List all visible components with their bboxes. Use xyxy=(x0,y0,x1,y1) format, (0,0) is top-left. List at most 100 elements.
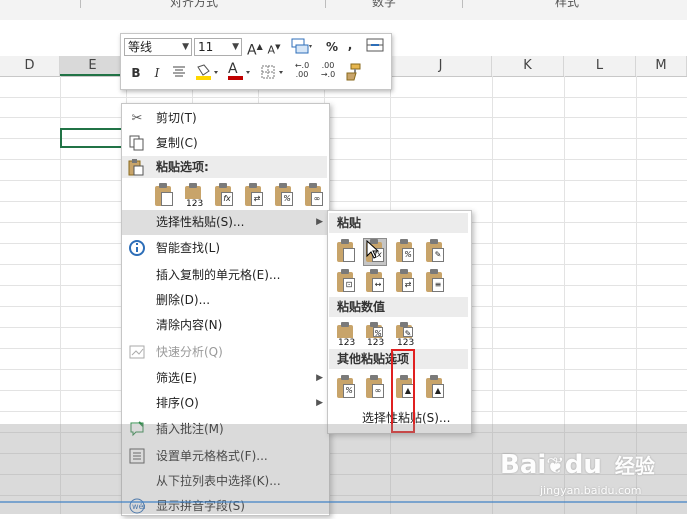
grid-line xyxy=(0,159,687,160)
fill-color-button[interactable] xyxy=(193,63,221,81)
submenu-values-source-format[interactable]: ✎ 123 xyxy=(394,322,416,348)
submenu-transpose[interactable]: ⇄ xyxy=(394,269,416,295)
submenu-paste-link[interactable]: ∞ xyxy=(364,375,386,401)
submenu-formatting[interactable]: % xyxy=(335,375,357,401)
font-size-combo[interactable]: 11 ▼ xyxy=(194,38,242,56)
menu-item-label: 显示拼音字段(S) xyxy=(156,499,245,513)
formula-label: fx xyxy=(221,192,233,206)
menu-item-pick-list[interactable]: 从下拉列表中选择(K)... xyxy=(122,469,329,494)
grid-line xyxy=(0,201,687,202)
link-icon: ∞ xyxy=(311,192,323,206)
column-header-l[interactable]: L xyxy=(564,56,636,76)
menu-item-copy[interactable]: 复制(C) xyxy=(122,131,329,156)
paste-option-values[interactable]: 123 xyxy=(183,183,205,209)
shrink-font-button[interactable]: A▼ xyxy=(267,38,281,57)
grid-line xyxy=(0,97,687,98)
decrease-decimal-button[interactable]: .00 →.0 xyxy=(317,61,339,79)
borders-icon xyxy=(261,65,283,79)
submenu-values-number-format[interactable]: % 123 xyxy=(364,322,386,348)
chevron-right-icon: ▶ xyxy=(316,217,323,227)
grow-font-button[interactable]: A▲ xyxy=(247,38,263,59)
menu-item-label: 剪切(T) xyxy=(156,111,197,125)
submenu-paste[interactable] xyxy=(335,239,357,265)
watermark-brand: Bai xyxy=(500,450,547,480)
column-header-k[interactable]: K xyxy=(492,56,564,76)
formatting-label: % xyxy=(343,384,355,398)
paw-icon: ❦ xyxy=(546,454,565,479)
menu-item-filter[interactable]: 筛选(E) ▶ xyxy=(122,366,329,391)
paste-option-formatting[interactable]: % xyxy=(273,183,295,209)
menu-item-label: 插入批注(M) xyxy=(156,422,224,436)
grid-line xyxy=(0,180,687,181)
submenu-header-paste: 粘贴 xyxy=(329,213,468,233)
increase-decimal-button[interactable]: ←.0 .00 xyxy=(291,61,313,79)
column-header-d[interactable]: D xyxy=(0,56,60,76)
ribbon-group-number: 数字 xyxy=(372,0,397,9)
align-center-icon xyxy=(173,66,185,77)
format-style-button[interactable] xyxy=(289,37,315,55)
comma-button[interactable]: , xyxy=(345,36,355,54)
formula-format-label: % xyxy=(402,248,414,262)
menu-item-label: 快速分析(Q) xyxy=(156,345,223,359)
submenu-keep-source-format[interactable]: ✎ xyxy=(424,239,446,265)
bold-button[interactable]: B xyxy=(129,64,143,82)
submenu-header-paste-values: 粘贴数值 xyxy=(329,297,468,317)
paste-options-header: 粘贴选项: xyxy=(122,156,327,178)
menu-item-smart-lookup[interactable]: 智能查找(L) xyxy=(122,236,329,261)
selection-line xyxy=(0,501,687,503)
format-painter-icon xyxy=(346,63,361,81)
menu-item-label: 筛选(E) xyxy=(156,371,197,385)
grid-line xyxy=(564,76,565,514)
menu-item-sort[interactable]: 排序(O) ▶ xyxy=(122,391,329,416)
paste-option-transpose[interactable]: ⇄ xyxy=(243,183,265,209)
values-label: 123 xyxy=(396,338,416,348)
column-header-j[interactable]: J xyxy=(390,56,492,76)
borders-button[interactable] xyxy=(259,63,287,81)
menu-item-clear[interactable]: 清除内容(N) xyxy=(122,313,329,338)
pct-label: % xyxy=(373,327,383,338)
watermark-logo: Bai❦du 经验 xyxy=(500,450,655,480)
col-width-icon: ↔ xyxy=(372,278,384,292)
menu-item-paste-special[interactable]: 选择性粘贴(S)... ▶ xyxy=(122,210,329,235)
submenu-no-borders[interactable]: ⊡ xyxy=(335,269,357,295)
menu-item-cut[interactable]: ✂ 剪切(T) xyxy=(122,106,329,131)
column-header-m[interactable]: M xyxy=(636,56,687,76)
format-painter-button[interactable] xyxy=(343,63,363,81)
paste-option-formulas[interactable]: fx xyxy=(213,183,235,209)
watermark-brand2: du xyxy=(564,450,602,480)
menu-item-insert-comment[interactable]: 插入批注(M) xyxy=(122,417,329,442)
active-cell[interactable] xyxy=(60,128,126,148)
highlight-box xyxy=(391,349,415,433)
submenu-linked-picture[interactable]: ▲ xyxy=(424,375,446,401)
menu-item-label: 从下拉列表中选择(K)... xyxy=(156,474,281,488)
font-color-button[interactable]: A xyxy=(225,61,253,81)
menu-item-delete[interactable]: 删除(D)... xyxy=(122,288,329,313)
paste-option-link[interactable]: ∞ xyxy=(303,183,325,209)
menu-item-format-cells[interactable]: 设置单元格格式(F)... xyxy=(122,444,329,469)
percent-button[interactable]: % xyxy=(325,38,339,56)
menu-item-phonetic[interactable]: wén 显示拼音字段(S) xyxy=(122,494,329,519)
column-header-e[interactable]: E xyxy=(60,56,126,76)
menu-item-insert-copied[interactable]: 插入复制的单元格(E)... xyxy=(122,263,329,288)
align-center-button[interactable] xyxy=(171,64,187,82)
font-name-combo[interactable]: 等线 ▼ xyxy=(124,38,192,56)
submenu-formulas-number-format[interactable]: % xyxy=(394,239,416,265)
menu-item-label: 排序(O) xyxy=(156,396,199,410)
ribbon-group-styles: 样式 xyxy=(555,0,580,9)
grid-line xyxy=(492,76,493,514)
merge-center-button[interactable] xyxy=(365,37,385,55)
menu-item-label: 选择性粘贴(S)... xyxy=(156,215,245,229)
paste-option-paste[interactable] xyxy=(153,183,175,209)
grid-line xyxy=(636,76,637,514)
watermark-url: jingyan.baidu.com xyxy=(540,484,642,497)
shrink-font-icon: A xyxy=(267,43,276,57)
smart-lookup-icon xyxy=(128,240,146,257)
grow-font-icon: A xyxy=(247,42,257,59)
submenu-values[interactable]: 123 xyxy=(335,322,357,348)
brush-icon: ✎ xyxy=(432,248,444,262)
submenu-keep-col-widths[interactable]: ↔ xyxy=(364,269,386,295)
ribbon-separator xyxy=(462,0,463,8)
italic-button[interactable]: I xyxy=(150,64,164,82)
submenu-merge-format[interactable]: ≡ xyxy=(424,269,446,295)
chevron-right-icon: ▶ xyxy=(316,373,323,383)
